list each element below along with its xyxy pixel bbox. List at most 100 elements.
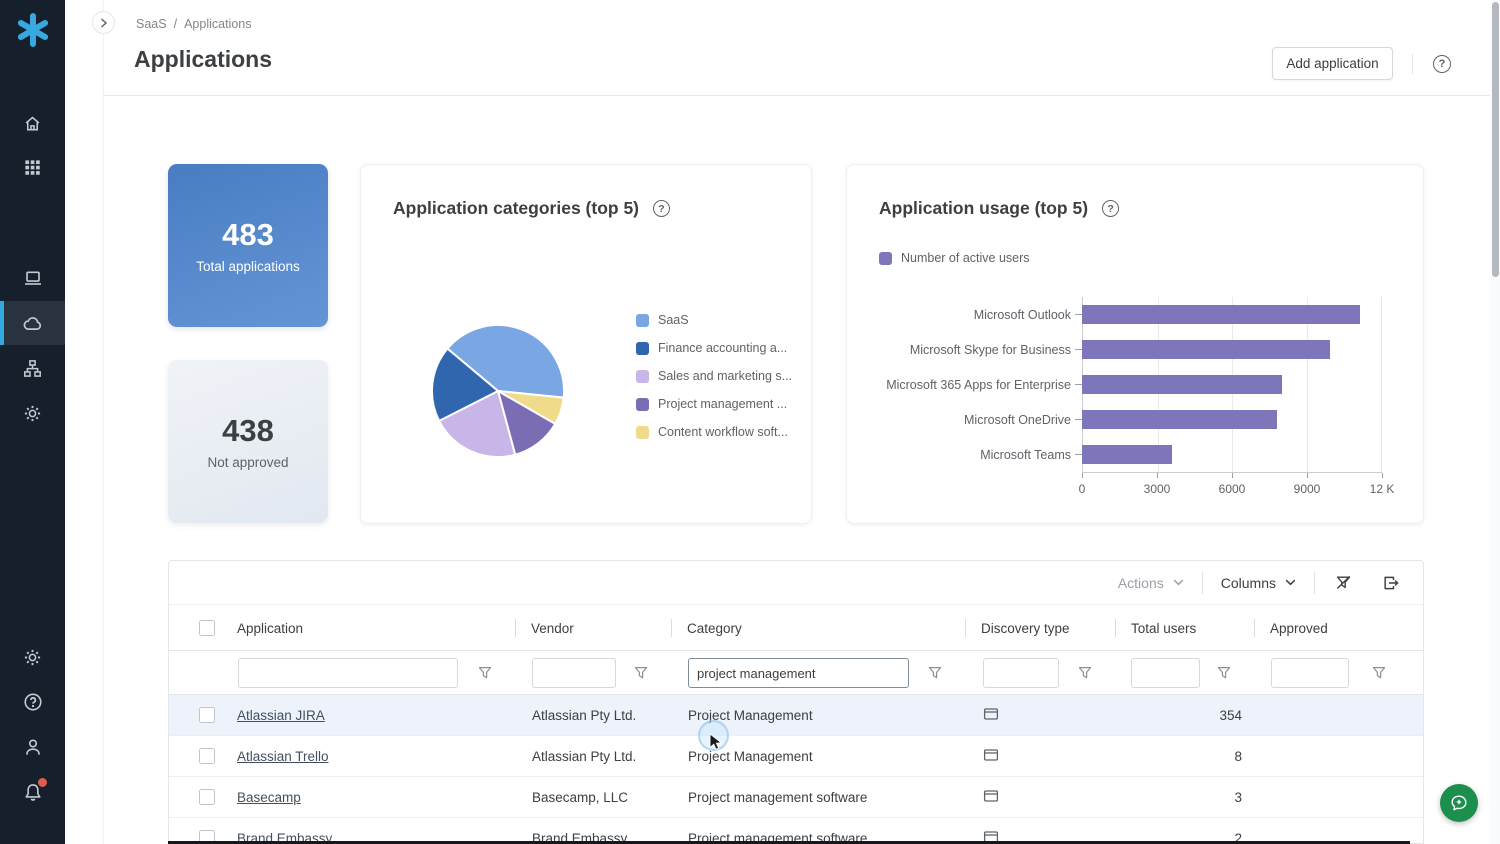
breadcrumb-applications: Applications (184, 17, 251, 31)
bar-legend: Number of active users (879, 251, 1030, 265)
table-row[interactable]: BasecampBasecamp, LLCProject management … (169, 777, 1423, 818)
vendor-cell: Atlassian Pty Ltd. (515, 708, 671, 723)
not-approved-label: Not approved (207, 455, 288, 470)
page-help-icon[interactable]: ? (1433, 55, 1451, 73)
axis-tick (1075, 314, 1082, 315)
pie-legend: SaaS Finance accounting a... Sales and mar… (636, 313, 792, 453)
sidebar-item-settings[interactable] (0, 391, 65, 435)
clear-filter-icon (1335, 574, 1352, 591)
bar-category-label: Microsoft Outlook (871, 308, 1071, 322)
categories-pie-chart[interactable] (428, 321, 568, 461)
sidebar-item-network[interactable] (0, 346, 65, 390)
row-checkbox[interactable] (199, 707, 215, 723)
sidebar-item-assets[interactable] (0, 256, 65, 300)
application-link[interactable]: Atlassian Trello (237, 749, 329, 764)
application-link[interactable]: Basecamp (237, 790, 301, 805)
filter-funnel-icon[interactable] (633, 665, 649, 681)
breadcrumb-saas[interactable]: SaaS (136, 17, 167, 31)
category-filter-input[interactable] (688, 658, 909, 688)
pie-legend-item[interactable]: Finance accounting a... (636, 341, 792, 355)
help-icon (23, 692, 43, 712)
table-row[interactable]: Atlassian JIRAAtlassian Pty Ltd.Project … (169, 695, 1423, 736)
gear-icon (23, 404, 42, 423)
legend-label: Number of active users (901, 251, 1030, 265)
window-icon (983, 706, 999, 722)
pie-legend-item[interactable]: Sales and marketing s... (636, 369, 792, 383)
bar[interactable] (1082, 410, 1277, 429)
bar[interactable] (1082, 340, 1330, 359)
chat-button[interactable] (1440, 784, 1478, 822)
legend-label: Content workflow soft... (658, 425, 788, 439)
filter-funnel-icon[interactable] (1371, 665, 1387, 681)
home-icon (23, 114, 42, 133)
column-header-approved[interactable]: Approved (1254, 605, 1423, 651)
bar[interactable] (1082, 375, 1282, 394)
row-checkbox[interactable] (199, 789, 215, 805)
columns-dropdown[interactable]: Columns (1221, 575, 1296, 591)
column-header-vendor[interactable]: Vendor (515, 605, 671, 651)
export-button[interactable] (1381, 573, 1401, 593)
total-applications-card[interactable]: 483 Total applications (168, 164, 328, 327)
total-applications-value: 483 (222, 217, 274, 253)
sidebar-item-help[interactable] (0, 680, 65, 724)
x-axis-tick-label: 0 (1079, 482, 1086, 496)
notification-dot (38, 778, 47, 787)
filter-funnel-icon[interactable] (1216, 665, 1232, 681)
application-filter-input[interactable] (238, 658, 458, 688)
sidebar-item-saas[interactable] (0, 301, 65, 345)
not-approved-card[interactable]: 438 Not approved (168, 360, 328, 523)
total-users-filter-input[interactable] (1131, 658, 1200, 688)
legend-swatch (636, 342, 649, 355)
bar-row: Microsoft Skype for Business (871, 332, 1382, 367)
table-row[interactable]: Atlassian TrelloAtlassian Pty Ltd.Projec… (169, 736, 1423, 777)
bar-row: Microsoft OneDrive (871, 402, 1382, 437)
legend-label: SaaS (658, 313, 689, 327)
column-header-application[interactable]: Application (229, 605, 515, 651)
filter-cell-checkbox (169, 651, 229, 695)
application-usage-card: Application usage (top 5) ? Number of ac… (846, 164, 1424, 524)
bar-help-icon[interactable]: ? (1102, 200, 1119, 217)
bar[interactable] (1082, 445, 1172, 464)
sitemap-icon (23, 359, 42, 378)
sidebar-expand-button[interactable] (92, 11, 115, 34)
application-categories-card: Application categories (top 5) ? SaaSFin… (360, 164, 812, 524)
sidebar-item-admin-settings[interactable] (0, 635, 65, 679)
pie-legend-item[interactable]: SaaS (636, 313, 792, 327)
axis-tick (1075, 419, 1082, 420)
bar-row: Microsoft 365 Apps for Enterprise (871, 367, 1382, 402)
mouse-cursor (708, 733, 723, 750)
add-application-button[interactable]: Add application (1272, 47, 1393, 80)
column-header-category[interactable]: Category (671, 605, 965, 651)
select-all-checkbox[interactable] (199, 620, 215, 636)
approved-filter-input[interactable] (1271, 658, 1349, 688)
usage-bar-chart[interactable]: Microsoft Outlook Microsoft Skype for Bus… (871, 297, 1382, 498)
pie-help-icon[interactable]: ? (653, 200, 670, 217)
scrollbar-thumb[interactable] (1492, 2, 1499, 277)
discovery-type-filter-input[interactable] (983, 658, 1059, 688)
not-approved-value: 438 (222, 413, 274, 449)
filter-funnel-icon[interactable] (1077, 665, 1093, 681)
pie-legend-item[interactable]: Content workflow soft... (636, 425, 792, 439)
pie-legend-item[interactable]: Project management ... (636, 397, 792, 411)
bar[interactable] (1082, 305, 1360, 324)
panel-divider (103, 0, 104, 844)
sidebar-item-account[interactable] (0, 725, 65, 769)
sidebar-item-notifications[interactable] (0, 770, 65, 814)
app-logo-asterisk-icon[interactable] (14, 11, 52, 49)
application-link[interactable]: Atlassian JIRA (237, 708, 325, 723)
sidebar-item-home[interactable] (0, 101, 65, 145)
bar-x-axis: 030006000900012 K (1082, 472, 1382, 498)
row-checkbox[interactable] (199, 748, 215, 764)
clear-filter-button[interactable] (1333, 573, 1353, 593)
filter-funnel-icon[interactable] (477, 665, 493, 681)
column-header-discovery-type[interactable]: Discovery type (965, 605, 1115, 651)
gear-icon (23, 648, 42, 667)
bar-category-label: Microsoft 365 Apps for Enterprise (871, 378, 1071, 392)
vendor-filter-input[interactable] (532, 658, 616, 688)
column-header-total-users[interactable]: Total users (1115, 605, 1254, 651)
sidebar-item-apps[interactable] (0, 145, 65, 189)
sidebar (0, 0, 65, 844)
filter-funnel-icon[interactable] (927, 665, 943, 681)
actions-dropdown[interactable]: Actions (1118, 575, 1184, 591)
discovery-type-cell (965, 747, 1115, 766)
